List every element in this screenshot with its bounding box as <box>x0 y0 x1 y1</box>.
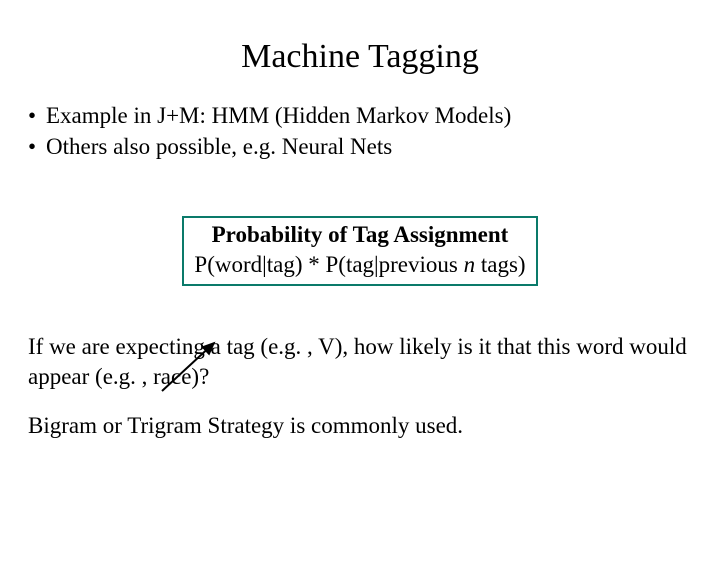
formula-header: Probability of Tag Assignment <box>194 220 525 250</box>
bullet-dot: • <box>28 100 46 131</box>
formula-part-b: tags) <box>475 252 525 277</box>
formula-part-a: P(word|tag) * P(tag|previous <box>194 252 463 277</box>
bullet-text: Example in J+M: HMM (Hidden Markov Model… <box>46 100 511 131</box>
bullet-dot: • <box>28 131 46 162</box>
bullet-text: Others also possible, e.g. Neural Nets <box>46 131 392 162</box>
bullet-item: • Others also possible, e.g. Neural Nets <box>28 131 692 162</box>
formula-box: Probability of Tag Assignment P(word|tag… <box>182 216 537 286</box>
formula-box-wrap: Probability of Tag Assignment P(word|tag… <box>0 216 720 286</box>
slide-title: Machine Tagging <box>0 38 720 76</box>
paragraph-1: If we are expecting a tag (e.g. , V), ho… <box>28 332 692 393</box>
formula-text: P(word|tag) * P(tag|previous n tags) <box>194 250 525 280</box>
bullet-list: • Example in J+M: HMM (Hidden Markov Mod… <box>28 100 692 162</box>
paragraph-2: Bigram or Trigram Strategy is commonly u… <box>28 413 692 439</box>
bullet-item: • Example in J+M: HMM (Hidden Markov Mod… <box>28 100 692 131</box>
formula-n: n <box>464 252 476 277</box>
